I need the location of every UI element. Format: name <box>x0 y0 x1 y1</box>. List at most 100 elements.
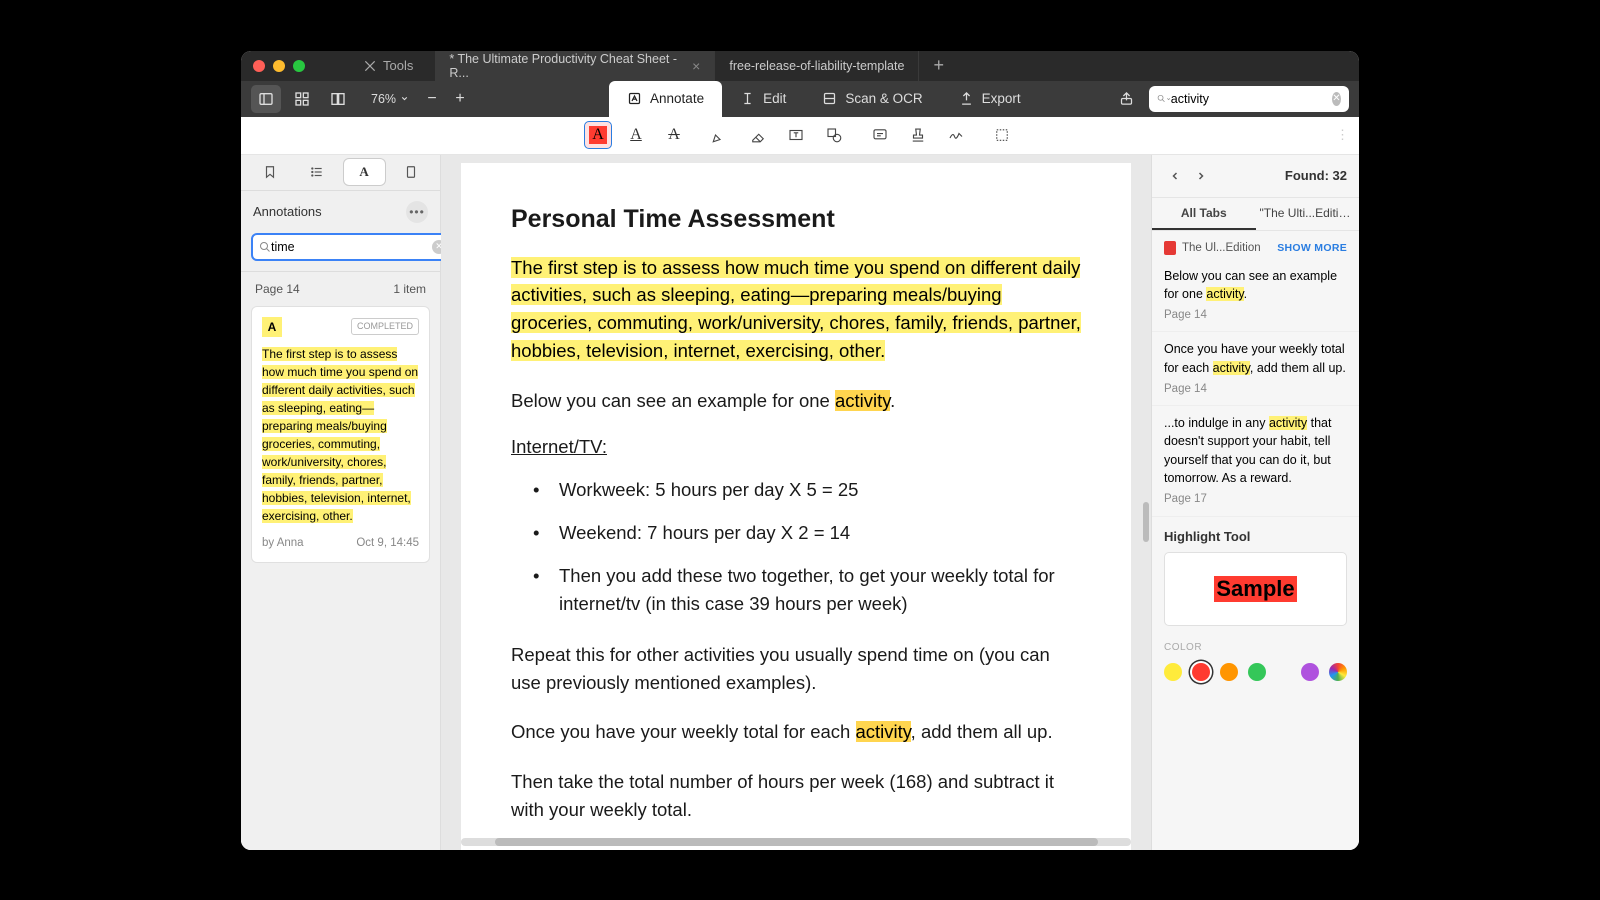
show-more-link[interactable]: SHOW MORE <box>1277 242 1347 254</box>
next-result-button[interactable] <box>1190 165 1212 187</box>
maximize-window-button[interactable] <box>293 60 305 72</box>
panel-title: Annotations <box>253 204 322 219</box>
color-section-label: COLOR <box>1152 638 1359 657</box>
mode-export[interactable]: Export <box>941 81 1039 117</box>
stamp-tool-button[interactable] <box>904 121 932 149</box>
eraser-tool-button[interactable] <box>744 121 772 149</box>
strike-a-icon: A <box>668 126 680 144</box>
clear-search-button[interactable]: ✕ <box>1332 92 1341 106</box>
annotation-date: Oct 9, 14:45 <box>356 535 419 552</box>
document-tabs: * The Ultimate Productivity Cheat Sheet … <box>435 51 1347 81</box>
search-input[interactable] <box>1171 92 1332 106</box>
color-swatch-green[interactable] <box>1248 663 1266 681</box>
pages-tab[interactable] <box>391 159 432 185</box>
horizontal-scrollbar-thumb[interactable] <box>495 838 1098 846</box>
global-search-field[interactable]: ✕ <box>1149 86 1349 112</box>
search-result-item[interactable]: Below you can see an example for one act… <box>1152 259 1359 333</box>
mode-label: Scan & OCR <box>845 91 922 106</box>
result-page: Page 17 <box>1164 491 1347 508</box>
tab-document-active[interactable]: * The Ultimate Productivity Cheat Sheet … <box>435 51 715 81</box>
doc-subheading: Internet/TV: <box>511 436 607 458</box>
annotations-a-icon: A <box>359 164 368 180</box>
mode-edit[interactable]: Edit <box>722 81 804 117</box>
list-item: Workweek: 5 hours per day X 5 = 25 <box>539 476 1081 505</box>
note-tool-button[interactable] <box>866 121 894 149</box>
bookmarks-tab[interactable] <box>249 159 290 185</box>
search-results-header: Found: 32 <box>1152 155 1359 198</box>
color-swatch-orange[interactable] <box>1220 663 1238 681</box>
share-button[interactable] <box>1111 85 1141 113</box>
underline-a-icon: A <box>630 126 642 144</box>
doc-heading: Personal Time Assessment <box>511 205 1081 234</box>
tools-menu[interactable]: Tools <box>363 58 413 73</box>
mode-tabs: Annotate Edit Scan & OCR Export <box>609 81 1039 117</box>
search-result-item[interactable]: Once you have your weekly total for each… <box>1152 332 1359 406</box>
color-swatch-yellow[interactable] <box>1164 663 1182 681</box>
annotation-search-field[interactable]: ✕ <box>251 233 454 261</box>
annotations-tab[interactable]: A <box>344 159 385 185</box>
results-count: Found: 32 <box>1285 168 1347 183</box>
tab-label: free-release-of-liability-template <box>729 59 904 73</box>
section-page-label: Page 14 <box>255 282 300 296</box>
list-item: Weekend: 7 hours per day X 2 = 14 <box>539 519 1081 548</box>
search-icon <box>1157 92 1166 105</box>
annotation-author: by Anna <box>262 535 304 552</box>
toolbar-drag-handle[interactable]: ⋮ <box>1336 127 1349 143</box>
outline-tab[interactable] <box>296 159 337 185</box>
zoom-in-button[interactable]: + <box>447 86 473 112</box>
edit-icon <box>740 91 755 106</box>
zoom-controls: 76% − + <box>363 86 473 112</box>
zoom-value: 76% <box>371 92 396 106</box>
two-page-view-button[interactable] <box>323 85 353 113</box>
panel-more-button[interactable]: ••• <box>406 201 428 223</box>
mode-label: Export <box>982 91 1021 106</box>
annotation-toolbar: A A A ⋮ <box>241 117 1359 155</box>
zoom-out-button[interactable]: − <box>419 86 445 112</box>
annotation-search-input[interactable] <box>271 240 432 254</box>
search-results-panel: Found: 32 All Tabs "The Ulti...Edition" … <box>1151 155 1359 850</box>
pen-tool-button[interactable] <box>706 121 734 149</box>
result-document-chip: The Ul...Edition SHOW MORE <box>1152 231 1359 259</box>
result-doc-name: The Ul...Edition <box>1182 242 1261 254</box>
pdf-icon <box>1164 241 1176 255</box>
document-page: Personal Time Assessment The first step … <box>461 163 1131 850</box>
thumbnail-view-button[interactable] <box>287 85 317 113</box>
vertical-scrollbar[interactable] <box>1143 502 1149 542</box>
new-tab-button[interactable]: + <box>919 55 958 76</box>
strikethrough-tool-button[interactable]: A <box>660 121 688 149</box>
highlight-a-icon: A <box>589 126 607 144</box>
color-picker-button[interactable] <box>1329 663 1347 681</box>
annotation-search-row: ✕ <box>241 233 440 271</box>
annotation-excerpt: The first step is to assess how much tim… <box>262 345 419 525</box>
selection-tool-button[interactable] <box>988 121 1016 149</box>
tab-document[interactable]: free-release-of-liability-template <box>715 51 919 81</box>
annotation-card[interactable]: A COMPLETED The first step is to assess … <box>251 306 430 563</box>
doc-paragraph: Repeat this for other activities you usu… <box>511 641 1081 697</box>
annotation-page-section: Page 14 1 item <box>241 271 440 306</box>
minimize-window-button[interactable] <box>273 60 285 72</box>
prev-result-button[interactable] <box>1164 165 1186 187</box>
text-box-tool-button[interactable] <box>782 121 810 149</box>
mode-annotate[interactable]: Annotate <box>609 81 722 117</box>
search-scope-tabs: All Tabs "The Ulti...Edition" <box>1152 198 1359 231</box>
zoom-dropdown[interactable]: 76% <box>363 92 417 106</box>
scope-current-doc[interactable]: "The Ulti...Edition" <box>1256 198 1360 230</box>
color-swatch-purple[interactable] <box>1301 663 1319 681</box>
highlight-tool-button[interactable]: A <box>584 121 612 149</box>
sidebar-toggle-button[interactable] <box>251 85 281 113</box>
tab-label: * The Ultimate Productivity Cheat Sheet … <box>449 52 682 80</box>
underline-tool-button[interactable]: A <box>622 121 650 149</box>
signature-tool-button[interactable] <box>942 121 970 149</box>
result-page: Page 14 <box>1164 381 1347 398</box>
document-viewport[interactable]: Personal Time Assessment The first step … <box>441 155 1151 850</box>
color-swatch-red[interactable] <box>1192 663 1210 681</box>
scope-all-tabs[interactable]: All Tabs <box>1152 198 1256 230</box>
close-tab-icon[interactable]: × <box>692 58 700 74</box>
search-result-item[interactable]: ...to indulge in any activity that doesn… <box>1152 406 1359 516</box>
shape-tool-button[interactable] <box>820 121 848 149</box>
titlebar: Tools * The Ultimate Productivity Cheat … <box>241 51 1359 81</box>
close-window-button[interactable] <box>253 60 265 72</box>
left-panel-tabs: A <box>241 155 440 191</box>
horizontal-scrollbar-track[interactable] <box>461 838 1131 846</box>
mode-scan[interactable]: Scan & OCR <box>804 81 940 117</box>
